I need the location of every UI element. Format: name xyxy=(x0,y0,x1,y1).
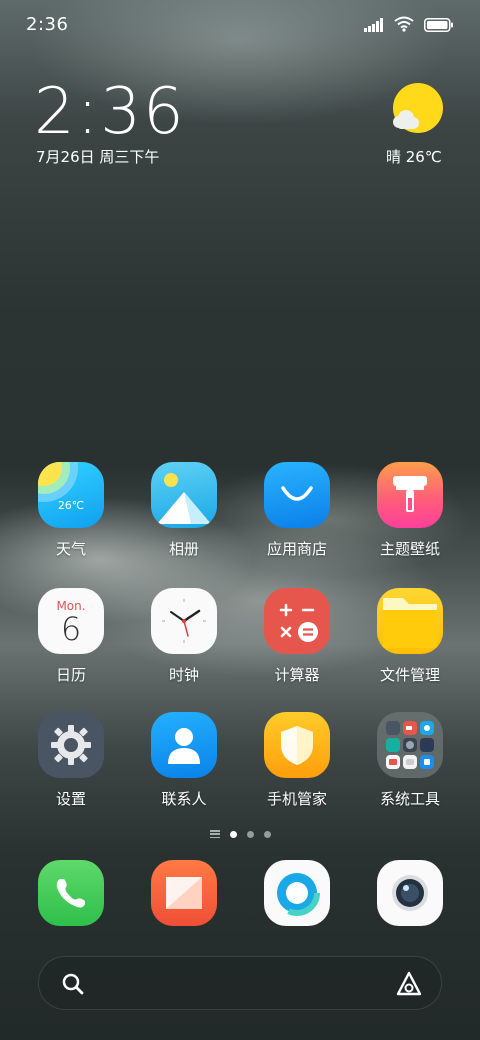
app-store-icon xyxy=(264,462,330,528)
app-label: 系统工具 xyxy=(379,790,440,808)
phone-icon xyxy=(38,860,104,926)
menu-lines-icon[interactable] xyxy=(209,830,220,838)
app-label: 文件管理 xyxy=(379,666,440,684)
battery-icon xyxy=(424,17,454,36)
gallery-icon xyxy=(151,462,217,528)
clock-icon xyxy=(151,588,217,654)
app-label: 应用商店 xyxy=(266,540,327,558)
app-label: 相册 xyxy=(168,540,199,558)
app-calculator[interactable]: 计算器 xyxy=(242,588,352,685)
status-bar: 2:36 xyxy=(0,0,480,50)
calendar-icon: Mon. 6 xyxy=(38,588,104,654)
page-dot[interactable] xyxy=(246,830,254,838)
assistant-icon[interactable] xyxy=(395,970,423,1002)
wifi-icon xyxy=(394,16,414,36)
calendar-day: 6 xyxy=(60,610,82,648)
app-clock[interactable]: 时钟 xyxy=(129,588,239,685)
status-icons xyxy=(364,16,454,36)
app-label: 主题壁纸 xyxy=(379,540,440,558)
app-calendar[interactable]: Mon. 6 日历 xyxy=(16,588,126,685)
app-label: 计算器 xyxy=(274,666,320,684)
settings-icon xyxy=(38,712,104,778)
security-icon xyxy=(264,712,330,778)
app-label: 天气 xyxy=(55,540,86,558)
contacts-icon xyxy=(151,712,217,778)
weather-icon: 26℃ xyxy=(38,462,104,528)
status-time: 2:36 xyxy=(26,14,69,35)
app-label: 时钟 xyxy=(168,666,199,684)
search-bar[interactable] xyxy=(38,956,442,1010)
folder-icon xyxy=(377,588,443,654)
folder-system-tools-icon xyxy=(377,712,443,778)
page-dot[interactable] xyxy=(263,830,271,838)
app-file-manager[interactable]: 文件管理 xyxy=(355,588,465,685)
camera-icon xyxy=(377,860,443,926)
sun-cloud-icon[interactable] xyxy=(390,82,446,136)
app-themes[interactable]: 主题壁纸 xyxy=(355,462,465,559)
app-label: 手机管家 xyxy=(266,790,327,808)
signal-icon xyxy=(364,17,384,36)
app-gallery[interactable]: 相册 xyxy=(129,462,239,559)
browser-icon xyxy=(264,860,330,926)
app-label: 联系人 xyxy=(161,790,207,808)
widget-date: 7月26日 周三下午 xyxy=(36,148,160,166)
app-contacts[interactable]: 联系人 xyxy=(129,712,239,809)
dock-phone[interactable] xyxy=(16,860,126,926)
page-dot-active[interactable] xyxy=(229,830,237,838)
dock-messages[interactable] xyxy=(129,860,239,926)
calculator-icon xyxy=(264,588,330,654)
widget-weather: 晴 26℃ xyxy=(386,148,442,166)
app-store[interactable]: 应用商店 xyxy=(242,462,352,559)
app-security[interactable]: 手机管家 xyxy=(242,712,352,809)
search-icon[interactable] xyxy=(61,972,85,1000)
dock-browser[interactable] xyxy=(242,860,352,926)
app-label: 日历 xyxy=(55,666,86,684)
app-weather[interactable]: 26℃ 天气 xyxy=(16,462,126,559)
messages-icon xyxy=(151,860,217,926)
dock-camera[interactable] xyxy=(355,860,465,926)
app-settings[interactable]: 设置 xyxy=(16,712,126,809)
weather-icon-temp: 26℃ xyxy=(57,498,85,512)
page-indicator[interactable] xyxy=(0,830,480,838)
widget-clock[interactable]: 2:36 xyxy=(34,80,186,144)
app-label: 设置 xyxy=(55,790,86,808)
themes-icon xyxy=(377,462,443,528)
app-folder-system-tools[interactable]: 系统工具 xyxy=(355,712,465,809)
